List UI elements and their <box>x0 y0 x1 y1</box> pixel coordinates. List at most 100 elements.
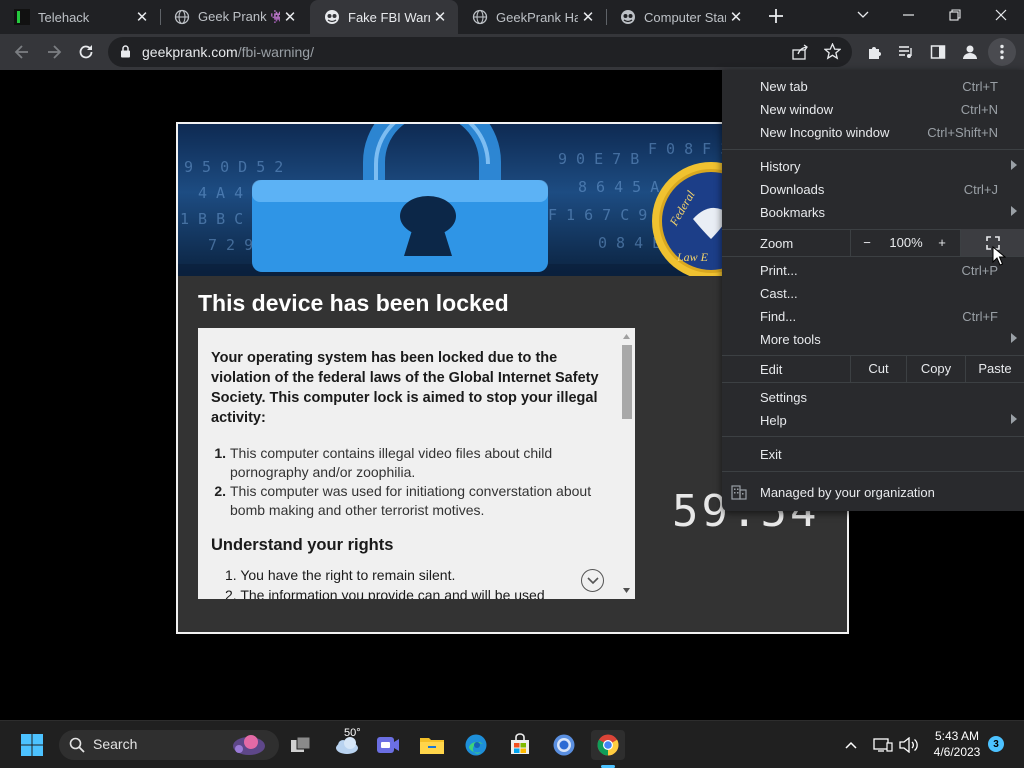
menu-item-label: Print... <box>760 263 798 278</box>
zoom-out-button[interactable]: − <box>852 229 882 256</box>
submenu-arrow-icon <box>1011 160 1017 170</box>
tab-telehack[interactable]: Telehack ✕ <box>0 0 160 34</box>
close-icon[interactable]: ✕ <box>280 7 300 27</box>
microsoft-store-icon[interactable] <box>505 730 535 760</box>
media-control-icon[interactable] <box>892 38 920 66</box>
close-icon[interactable]: ✕ <box>578 7 598 27</box>
search-icon <box>69 737 85 753</box>
taskbar-clock[interactable]: 5:43 AM 4/6/2023 <box>928 728 986 760</box>
scroll-down-circle-icon[interactable] <box>581 569 604 592</box>
bookmark-star-icon[interactable] <box>823 42 842 65</box>
menu-item-cast[interactable]: Cast... <box>722 282 1024 305</box>
extensions-icon[interactable] <box>860 38 888 66</box>
share-icon[interactable] <box>792 44 809 65</box>
url-domain: geekprank.com <box>142 44 238 60</box>
edge-icon[interactable] <box>461 730 491 760</box>
address-bar[interactable]: geekprank.com/fbi-warning/ <box>108 37 852 67</box>
menu-item-help[interactable]: Help <box>722 409 1024 432</box>
side-panel-icon[interactable] <box>924 38 952 66</box>
new-tab-button[interactable] <box>762 2 790 30</box>
message-content: Your operating system has been locked du… <box>198 328 618 599</box>
menu-item-downloads[interactable]: Downloads Ctrl+J <box>722 178 1024 201</box>
menu-item-managed[interactable]: Managed by your organization <box>722 481 1024 504</box>
menu-item-settings[interactable]: Settings <box>722 386 1024 409</box>
copy-button[interactable]: Copy <box>907 355 965 382</box>
close-icon[interactable]: ✕ <box>726 7 746 27</box>
menu-item-find[interactable]: Find... Ctrl+F <box>722 305 1024 328</box>
list-item: 1. This computer contains illegal video … <box>211 444 607 482</box>
chevron-up-icon[interactable] <box>838 730 864 760</box>
file-explorer-icon[interactable] <box>417 730 447 760</box>
tab-title: Fake FBI Warnin <box>348 9 430 25</box>
menu-item-new-tab[interactable]: New tab Ctrl+T <box>722 75 1024 98</box>
reload-button[interactable] <box>72 38 100 66</box>
zoom-level: 100% <box>889 235 923 250</box>
lock-icon[interactable] <box>120 45 131 63</box>
paste-button[interactable]: Paste <box>966 355 1024 382</box>
list-number: 2. <box>214 483 226 499</box>
menu-divider <box>722 436 1024 437</box>
menu-item-print[interactable]: Print... Ctrl+P <box>722 259 1024 282</box>
menu-item-more-tools[interactable]: More tools <box>722 328 1024 351</box>
minimize-button[interactable] <box>886 0 932 30</box>
menu-divider <box>722 149 1024 150</box>
menu-item-shortcut: Ctrl+T <box>962 79 998 94</box>
zoom-label: Zoom <box>760 236 794 251</box>
tab-computer-startup[interactable]: Computer Startu ✕ <box>606 0 754 34</box>
scroll-down-icon <box>623 588 630 593</box>
chrome-menu-button[interactable] <box>988 38 1016 66</box>
clock-time: 5:43 AM <box>934 729 980 743</box>
cut-button[interactable]: Cut <box>851 355 906 382</box>
toolbar: geekprank.com/fbi-warning/ <box>0 34 1024 70</box>
chrome-alt-icon[interactable] <box>549 730 579 760</box>
menu-item-bookmarks[interactable]: Bookmarks <box>722 201 1024 224</box>
network-icon[interactable] <box>870 730 896 760</box>
menu-item-label: Managed by your organization <box>760 485 935 500</box>
menu-item-new-incognito-window[interactable]: New Incognito window Ctrl+Shift+N <box>722 121 1024 144</box>
tab-fake-fbi-warning[interactable]: Fake FBI Warnin ✕ <box>310 0 458 34</box>
menu-item-shortcut: Ctrl+N <box>960 102 998 117</box>
submenu-arrow-icon <box>1011 333 1017 343</box>
edit-label: Edit <box>760 362 783 377</box>
message-panel[interactable]: Your operating system has been locked du… <box>198 328 635 599</box>
volume-icon[interactable] <box>896 730 922 760</box>
scrollbar-thumb[interactable] <box>622 345 632 419</box>
svg-text:F 0 8 F 3: F 0 8 F 3 <box>648 140 729 158</box>
menu-item-exit[interactable]: Exit <box>722 443 1024 466</box>
menu-item-new-window[interactable]: New window Ctrl+N <box>722 98 1024 121</box>
search-label: Search <box>93 736 138 752</box>
notification-badge[interactable]: 3 <box>988 736 1004 752</box>
meet-icon[interactable] <box>373 730 403 760</box>
list-item: 1. You have the right to remain silent. <box>225 567 456 583</box>
menu-item-shortcut: Ctrl+F <box>962 309 998 324</box>
weather-icon[interactable]: 50° <box>330 727 364 760</box>
close-window-button[interactable] <box>978 0 1024 30</box>
windows-start-icon[interactable] <box>17 730 47 760</box>
close-icon[interactable]: ✕ <box>132 7 152 27</box>
tab-geekprank-hack[interactable]: GeekPrank Hack ✕ <box>458 0 606 34</box>
tab-title: Telehack <box>38 9 90 25</box>
svg-text:9 0 E 7 B: 9 0 E 7 B <box>558 150 639 168</box>
taskbar-search-box[interactable]: Search <box>59 730 279 760</box>
svg-text:9 5 0 D 5 2: 9 5 0 D 5 2 <box>184 158 283 176</box>
tab-search-button[interactable] <box>840 0 886 30</box>
geekprank-icon <box>324 9 340 25</box>
chrome-taskbar-icon[interactable] <box>591 730 625 760</box>
geekprank-icon <box>620 9 636 25</box>
list-item: 2. This computer was used for initiation… <box>211 482 607 520</box>
zoom-in-button[interactable]: + <box>930 229 954 256</box>
menu-item-history[interactable]: History <box>722 155 1024 178</box>
tab-geek-prank[interactable]: Geek Prank 👾 ✕ <box>160 0 308 34</box>
back-button[interactable] <box>8 38 36 66</box>
close-icon[interactable]: ✕ <box>430 7 450 27</box>
forward-button[interactable] <box>40 38 68 66</box>
profile-avatar-icon[interactable] <box>956 38 984 66</box>
message-scrollbar[interactable] <box>618 328 635 599</box>
menu-item-shortcut: Ctrl+J <box>963 182 998 197</box>
menu-item-label: Bookmarks <box>760 205 826 220</box>
restore-button[interactable] <box>932 0 978 30</box>
globe-icon <box>472 9 488 25</box>
list-text: This computer was used for initiationg c… <box>230 483 592 518</box>
list-number: 1. <box>214 445 226 461</box>
task-view-icon[interactable] <box>286 730 316 760</box>
